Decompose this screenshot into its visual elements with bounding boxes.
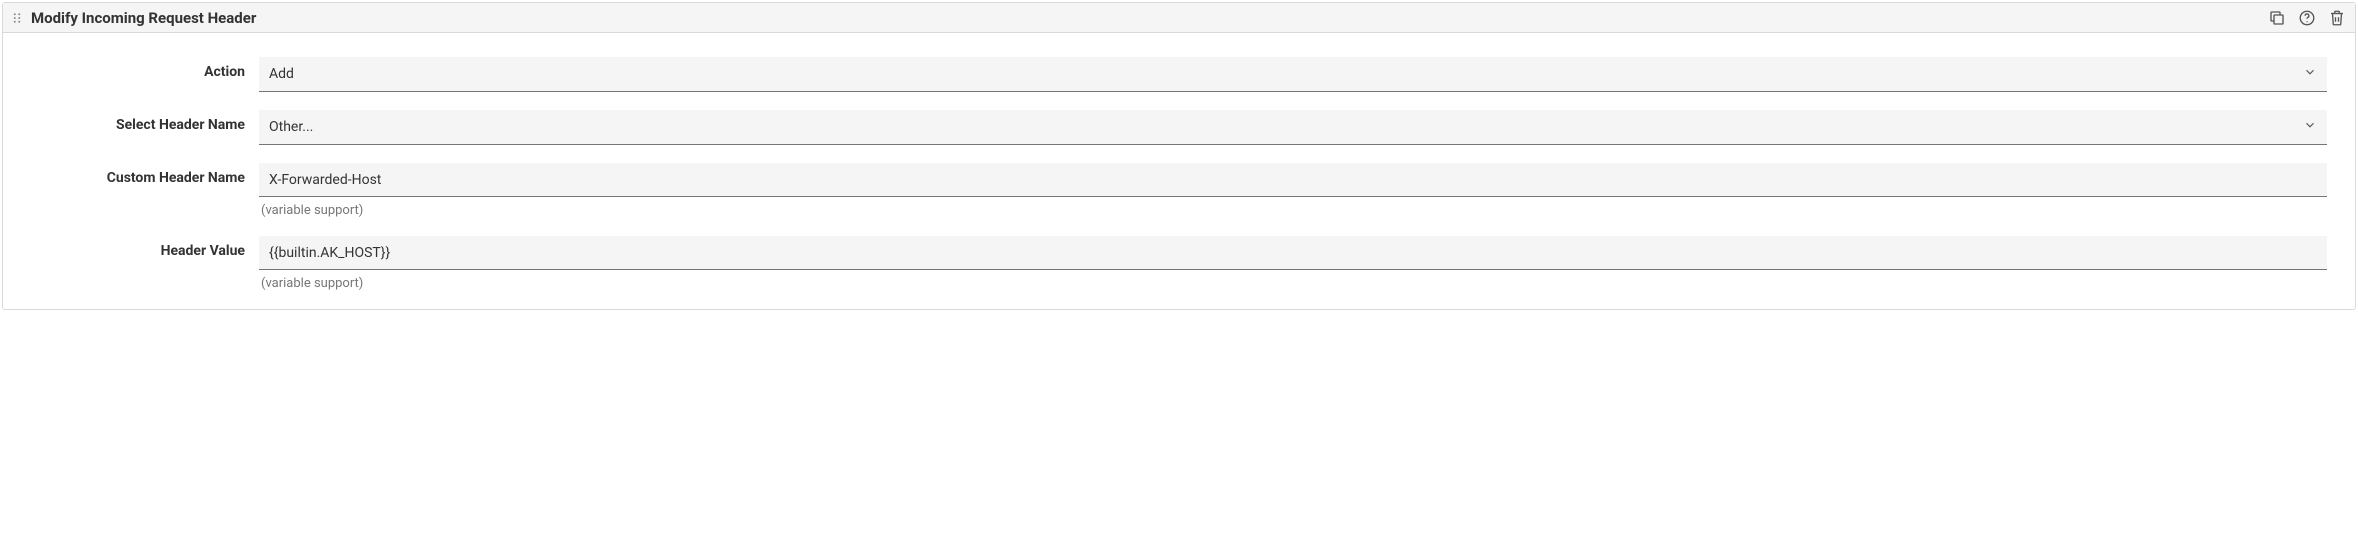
row-custom-header: Custom Header Name (variable support) bbox=[31, 163, 2327, 218]
modify-header-panel: Modify Incoming Request Header bbox=[2, 2, 2356, 310]
chevron-down-icon bbox=[2303, 65, 2317, 83]
custom-header-name-field-wrap bbox=[259, 163, 2327, 197]
panel-title: Modify Incoming Request Header bbox=[31, 9, 2267, 27]
header-actions bbox=[2267, 8, 2347, 28]
label-select-header: Select Header Name bbox=[31, 110, 259, 133]
row-action: Action Add bbox=[31, 57, 2327, 92]
header-value-input[interactable] bbox=[269, 245, 2317, 261]
header-value-hint: (variable support) bbox=[259, 276, 2327, 291]
custom-header-hint: (variable support) bbox=[259, 203, 2327, 218]
panel-header: Modify Incoming Request Header bbox=[3, 3, 2355, 33]
copy-icon[interactable] bbox=[2267, 8, 2287, 28]
row-header-value: Header Value (variable support) bbox=[31, 236, 2327, 291]
label-header-value: Header Value bbox=[31, 236, 259, 259]
chevron-down-icon bbox=[2303, 118, 2317, 136]
select-header-name-value: Other... bbox=[269, 119, 2295, 135]
header-value-field-wrap bbox=[259, 236, 2327, 270]
drag-handle-icon[interactable] bbox=[11, 11, 23, 25]
custom-header-name-input[interactable] bbox=[269, 172, 2317, 188]
label-action: Action bbox=[31, 57, 259, 80]
row-select-header: Select Header Name Other... bbox=[31, 110, 2327, 145]
action-select-value: Add bbox=[269, 66, 2295, 82]
action-select[interactable]: Add bbox=[259, 57, 2327, 92]
panel-body: Action Add Select Header Name Other... bbox=[3, 33, 2355, 309]
help-icon[interactable] bbox=[2297, 8, 2317, 28]
select-header-name-select[interactable]: Other... bbox=[259, 110, 2327, 145]
label-custom-header: Custom Header Name bbox=[31, 163, 259, 186]
delete-icon[interactable] bbox=[2327, 8, 2347, 28]
